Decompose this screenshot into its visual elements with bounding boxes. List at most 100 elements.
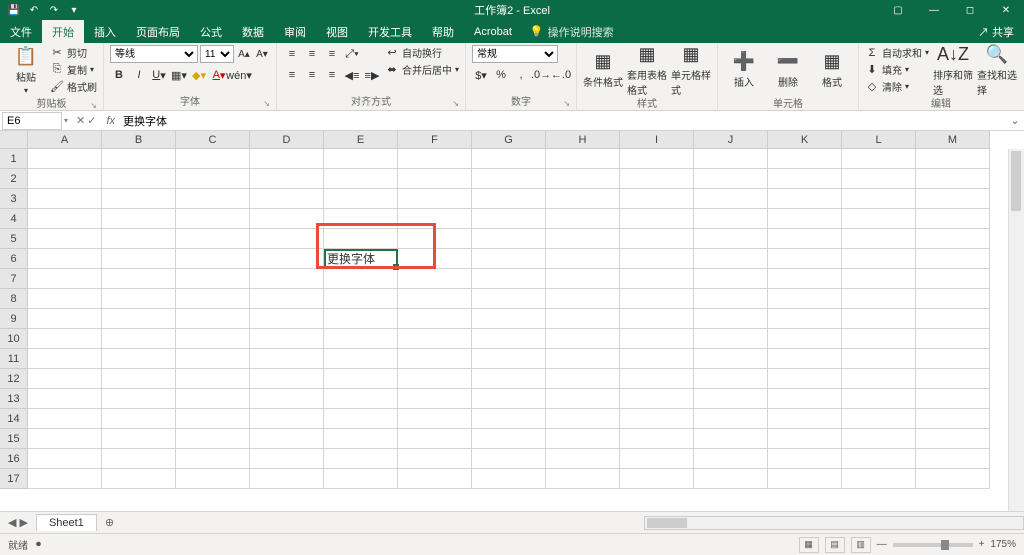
cell[interactable] (620, 349, 694, 369)
tab-developer[interactable]: 开发工具 (358, 20, 422, 43)
cell[interactable] (694, 389, 768, 409)
cell[interactable] (620, 169, 694, 189)
cell[interactable] (324, 389, 398, 409)
cell[interactable] (546, 409, 620, 429)
cell[interactable] (620, 229, 694, 249)
cell[interactable] (324, 289, 398, 309)
cell[interactable] (250, 449, 324, 469)
cell[interactable] (176, 289, 250, 309)
font-size-select[interactable]: 11 (200, 45, 234, 63)
horizontal-scrollbar[interactable] (644, 516, 1024, 530)
cell[interactable] (694, 209, 768, 229)
cell[interactable] (620, 309, 694, 329)
number-dialog-icon[interactable]: ↘ (563, 99, 570, 108)
cell[interactable] (768, 189, 842, 209)
cell[interactable] (768, 249, 842, 269)
tab-nav-prev-icon[interactable]: ◀ (8, 516, 16, 529)
align-bottom-icon[interactable]: ≡ (323, 45, 341, 63)
tab-page-layout[interactable]: 页面布局 (126, 20, 190, 43)
cell[interactable] (324, 429, 398, 449)
cell[interactable] (620, 449, 694, 469)
cell[interactable] (694, 289, 768, 309)
row-header[interactable]: 17 (0, 469, 28, 489)
cell[interactable] (398, 189, 472, 209)
cell[interactable] (102, 269, 176, 289)
cell[interactable] (916, 189, 990, 209)
row-header[interactable]: 6 (0, 249, 28, 269)
cell[interactable] (620, 209, 694, 229)
cell[interactable] (916, 209, 990, 229)
cell[interactable] (842, 289, 916, 309)
cell[interactable] (250, 269, 324, 289)
cell[interactable] (102, 409, 176, 429)
orientation-icon[interactable]: ⤢▾ (343, 45, 361, 63)
fill-color-button[interactable]: ◆▾ (190, 66, 208, 84)
cell[interactable] (694, 449, 768, 469)
cell[interactable] (250, 289, 324, 309)
cell[interactable] (324, 229, 398, 249)
row-header[interactable]: 12 (0, 369, 28, 389)
cell[interactable] (176, 449, 250, 469)
cell[interactable] (768, 349, 842, 369)
cell[interactable] (102, 289, 176, 309)
cell[interactable] (28, 469, 102, 489)
cell[interactable] (694, 169, 768, 189)
tab-review[interactable]: 审阅 (274, 20, 316, 43)
cell[interactable] (842, 169, 916, 189)
cell[interactable] (546, 369, 620, 389)
cell[interactable] (324, 449, 398, 469)
cell[interactable] (620, 409, 694, 429)
cell[interactable] (176, 249, 250, 269)
row-header[interactable]: 7 (0, 269, 28, 289)
format-painter-button[interactable]: 🖌格式刷 (50, 79, 97, 94)
merge-center-button[interactable]: ⬌合并后居中▾ (385, 62, 459, 77)
row-header[interactable]: 1 (0, 149, 28, 169)
tab-acrobat[interactable]: Acrobat (464, 20, 522, 43)
cell[interactable] (324, 309, 398, 329)
cell[interactable] (916, 389, 990, 409)
maximize-icon[interactable]: ◻ (952, 0, 988, 20)
cell[interactable] (768, 429, 842, 449)
cell[interactable] (916, 469, 990, 489)
cell[interactable] (398, 329, 472, 349)
cell[interactable] (546, 149, 620, 169)
clipboard-dialog-icon[interactable]: ↘ (90, 101, 97, 110)
cell[interactable] (546, 209, 620, 229)
cell[interactable] (398, 229, 472, 249)
cell[interactable] (398, 289, 472, 309)
cell[interactable]: 更换字体 (324, 249, 398, 269)
column-header[interactable]: H (546, 131, 620, 149)
expand-formula-bar-icon[interactable]: ⌄ (1006, 114, 1024, 127)
cell[interactable] (620, 389, 694, 409)
cell[interactable] (398, 149, 472, 169)
cell[interactable] (176, 329, 250, 349)
column-header[interactable]: M (916, 131, 990, 149)
cell[interactable] (250, 249, 324, 269)
row-header[interactable]: 3 (0, 189, 28, 209)
cell[interactable] (620, 369, 694, 389)
cell[interactable] (176, 409, 250, 429)
row-header[interactable]: 15 (0, 429, 28, 449)
cell[interactable] (620, 429, 694, 449)
cell[interactable] (546, 309, 620, 329)
cell[interactable] (842, 469, 916, 489)
cell[interactable] (620, 269, 694, 289)
fx-icon[interactable]: fx (102, 115, 119, 127)
format-as-table-button[interactable]: ▦套用表格格式 (627, 45, 667, 95)
cell[interactable] (472, 149, 546, 169)
cell[interactable] (546, 449, 620, 469)
fill-button[interactable]: ⬇填充▾ (865, 62, 929, 77)
row-header[interactable]: 10 (0, 329, 28, 349)
cell[interactable] (28, 389, 102, 409)
cell[interactable] (546, 289, 620, 309)
align-right-icon[interactable]: ≡ (323, 66, 341, 84)
column-header[interactable]: G (472, 131, 546, 149)
enter-formula-icon[interactable]: ✓ (87, 114, 96, 127)
cell[interactable] (620, 289, 694, 309)
formula-input[interactable] (119, 112, 1006, 130)
cell[interactable] (916, 249, 990, 269)
row-header[interactable]: 4 (0, 209, 28, 229)
ribbon-options-icon[interactable]: ▢ (880, 0, 916, 20)
namebox-dropdown-icon[interactable]: ▾ (62, 116, 70, 125)
cell[interactable] (546, 189, 620, 209)
